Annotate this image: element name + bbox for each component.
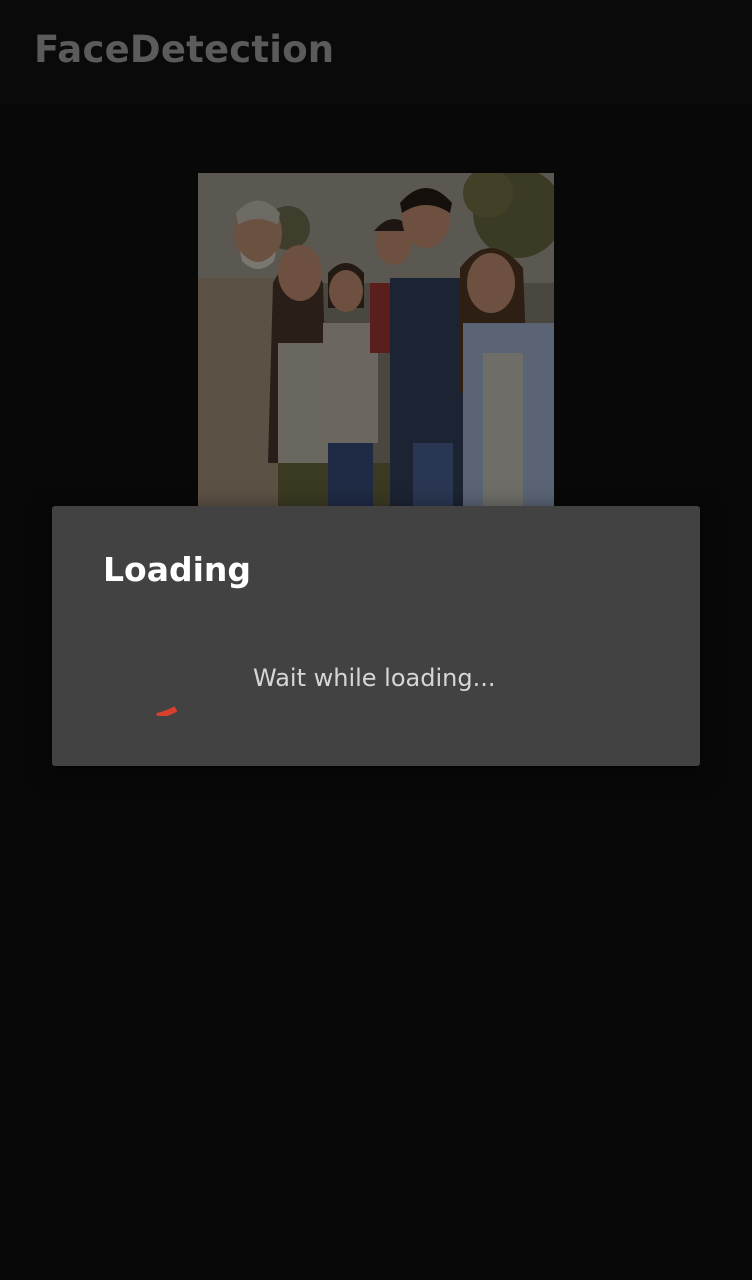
app-bar: FaceDetection xyxy=(0,0,752,104)
dialog-title: Loading xyxy=(103,550,252,589)
group-photo-image xyxy=(198,173,554,506)
dialog-message: Wait while loading... xyxy=(253,664,496,692)
screen: FaceDetection Loading Wait while loading… xyxy=(0,0,752,1280)
progress-spinner-icon xyxy=(146,656,206,719)
loading-dialog: Loading Wait while loading... xyxy=(52,506,700,766)
app-title: FaceDetection xyxy=(34,28,335,71)
